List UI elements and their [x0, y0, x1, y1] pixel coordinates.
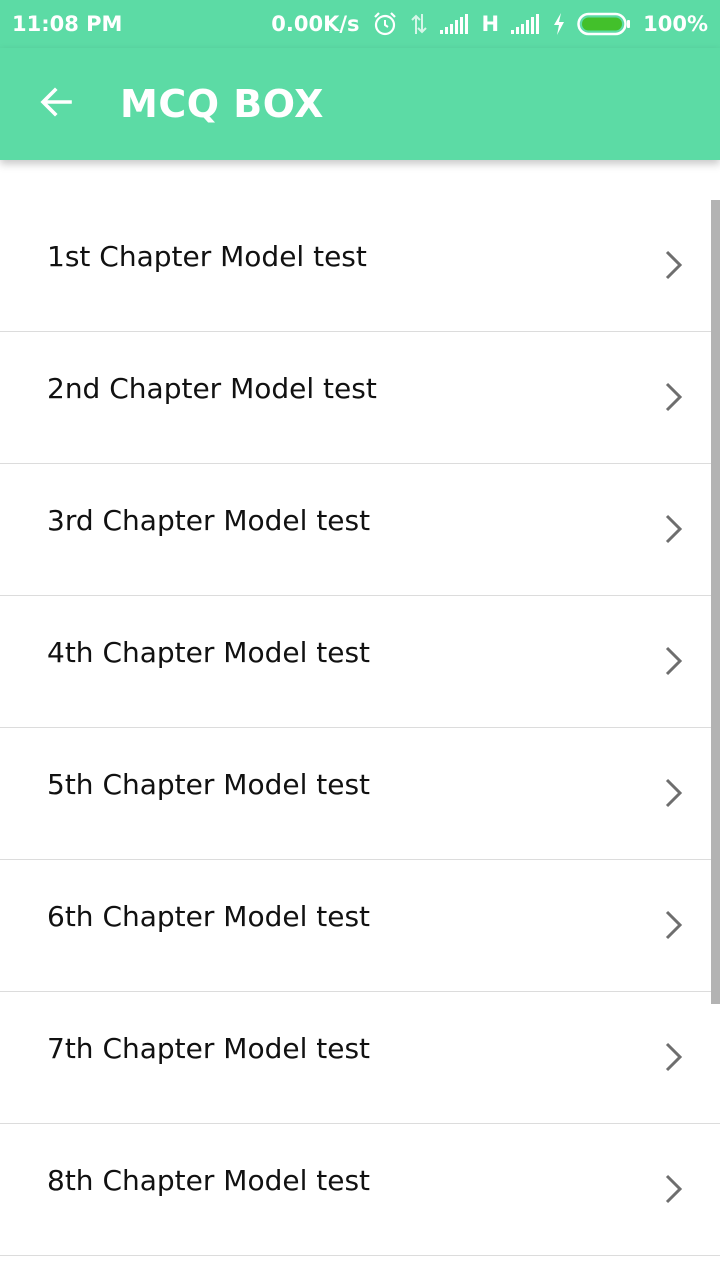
list-item-label: 7th Chapter Model test [47, 1032, 371, 1065]
battery-percent: 100% [643, 12, 708, 36]
chevron-right-icon [665, 250, 683, 280]
chevron-right-icon [665, 646, 683, 676]
page-title: MCQ BOX [120, 82, 324, 126]
status-bar: 11:08 PM 0.00K/s H 100% [0, 0, 720, 48]
list-item-label: 2nd Chapter Model test [47, 372, 377, 405]
chevron-right-icon [665, 1174, 683, 1204]
network-speed: 0.00K/s [271, 12, 360, 36]
list-item-label: 8th Chapter Model test [47, 1164, 371, 1197]
scrollbar[interactable] [711, 200, 720, 1004]
list-item[interactable]: 5th Chapter Model test [0, 728, 720, 860]
chapter-list: 1st Chapter Model test 2nd Chapter Model… [0, 200, 720, 1280]
list-item-label: 3rd Chapter Model test [47, 504, 371, 537]
battery-icon [577, 12, 631, 36]
back-button[interactable] [24, 72, 88, 136]
data-transfer-icon [410, 12, 428, 36]
list-item[interactable]: 8th Chapter Model test [0, 1124, 720, 1256]
chevron-right-icon [665, 778, 683, 808]
alarm-icon [372, 11, 398, 37]
chevron-right-icon [665, 514, 683, 544]
list-item[interactable]: 1st Chapter Model test [0, 200, 720, 332]
signal-icon [511, 14, 541, 34]
list-item[interactable]: 7th Chapter Model test [0, 992, 720, 1124]
list-item[interactable]: 2nd Chapter Model test [0, 332, 720, 464]
chevron-right-icon [665, 910, 683, 940]
chevron-right-icon [665, 1042, 683, 1072]
list-item[interactable]: 6th Chapter Model test [0, 860, 720, 992]
network-type: H [481, 12, 500, 36]
list-item-label: 1st Chapter Model test [47, 240, 367, 273]
status-indicators: 0.00K/s H 100% [271, 10, 708, 38]
screen: 11:08 PM 0.00K/s H 100% MCQ BOX 1st Chap… [0, 0, 720, 1280]
status-time: 11:08 PM [12, 12, 123, 36]
app-bar: MCQ BOX [0, 48, 720, 160]
list-item[interactable]: 3rd Chapter Model test [0, 464, 720, 596]
list-item-label: 5th Chapter Model test [47, 768, 371, 801]
chevron-right-icon [665, 382, 683, 412]
list-item-label: 6th Chapter Model test [47, 900, 371, 933]
signal-icon [439, 14, 470, 34]
arrow-left-icon [38, 84, 74, 125]
charging-icon [553, 13, 565, 35]
list-item-label: 4th Chapter Model test [47, 636, 371, 669]
list-item[interactable]: 4th Chapter Model test [0, 596, 720, 728]
